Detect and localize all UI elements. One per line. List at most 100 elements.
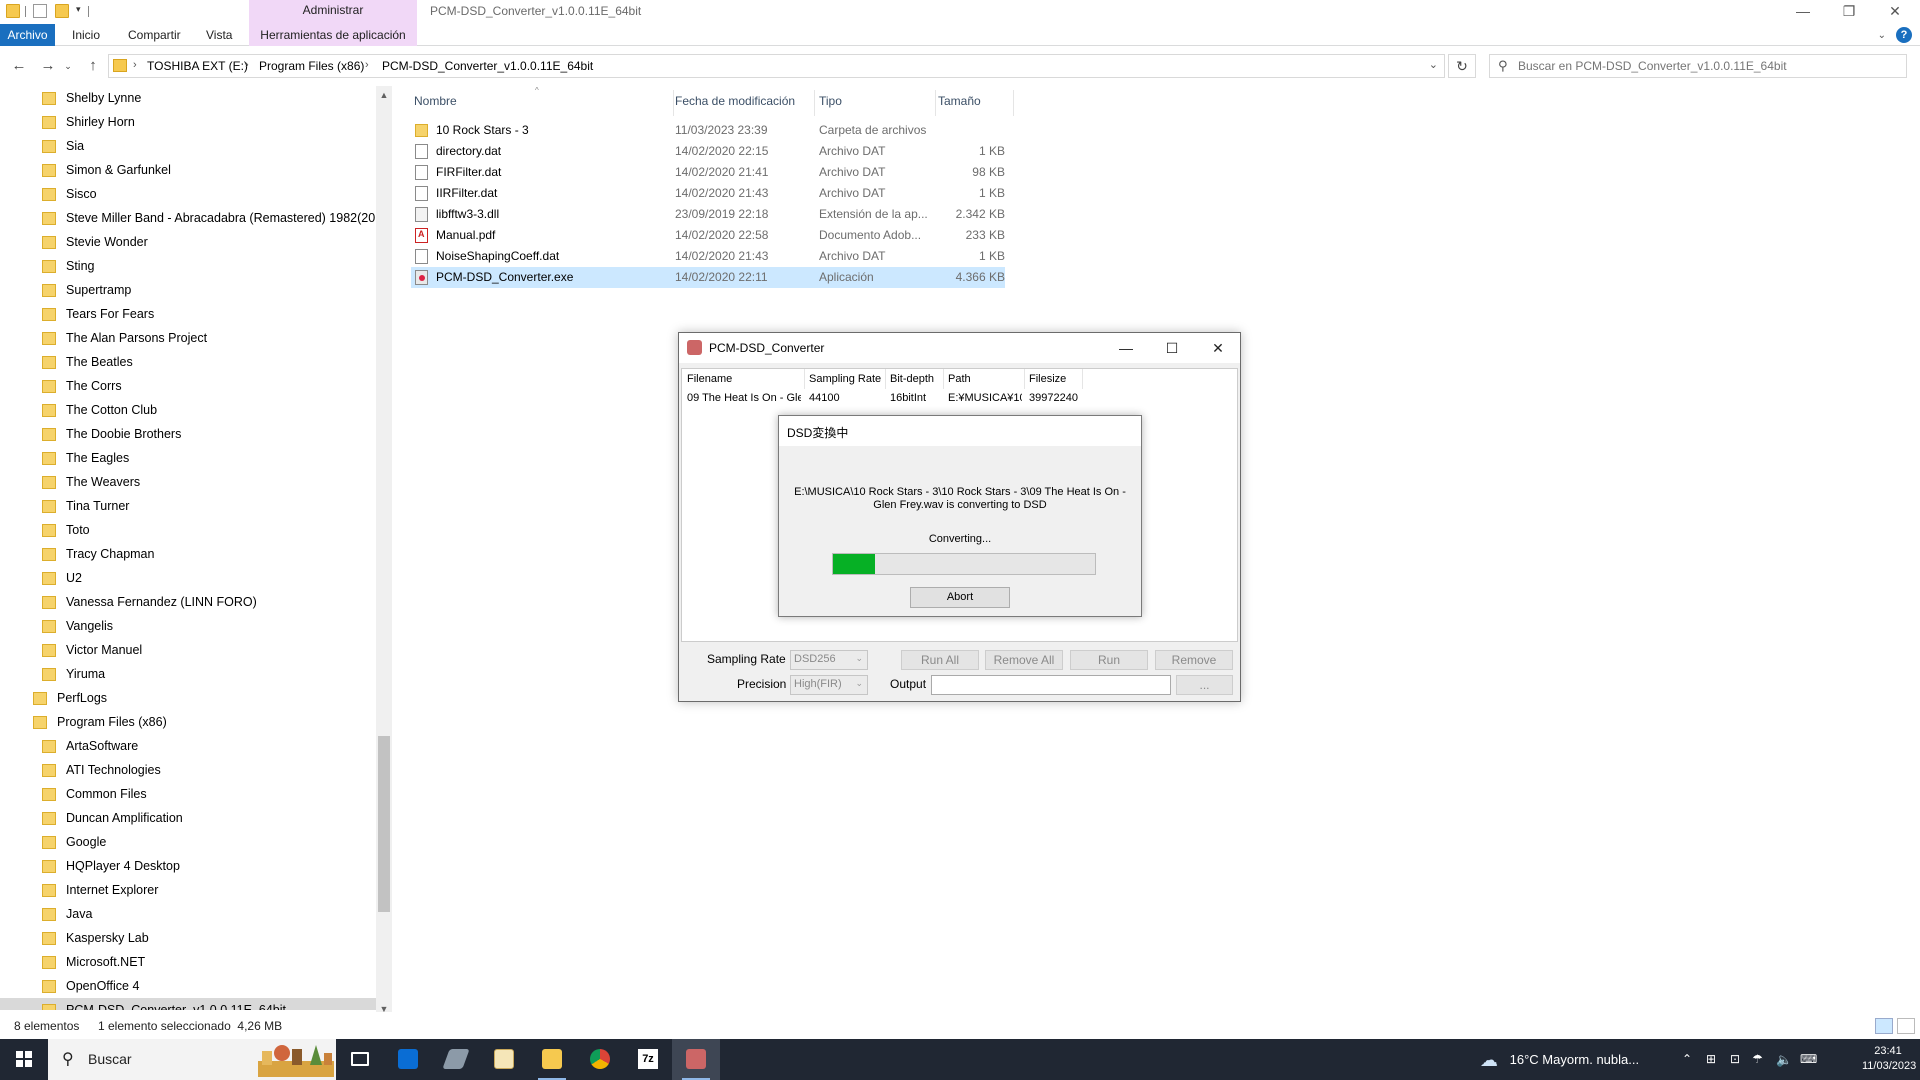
nav-item-folder[interactable]: The Beatles [0, 350, 376, 374]
nav-item-folder[interactable]: Stevie Wonder [0, 230, 376, 254]
start-button[interactable] [0, 1039, 48, 1080]
nav-item-folder[interactable]: Supertramp [0, 278, 376, 302]
tab-compartir[interactable]: Compartir [118, 24, 191, 46]
nav-item-folder[interactable]: Tears For Fears [0, 302, 376, 326]
nav-item-folder[interactable]: Tina Turner [0, 494, 376, 518]
nav-item-folder[interactable]: The Doobie Brothers [0, 422, 376, 446]
sampling-rate-select[interactable]: DSD256 ⌄ [790, 650, 868, 670]
file-row[interactable]: FIRFilter.dat 14/02/2020 21:41 Archivo DAT… [411, 162, 1005, 183]
column-header-name[interactable]: Nombre [414, 94, 457, 108]
tab-inicio[interactable]: Inicio [62, 24, 110, 46]
address-field[interactable]: › TOSHIBA EXT (E:) › Program Files (x86)… [108, 54, 1445, 78]
chevron-right-icon[interactable]: › [133, 59, 137, 71]
refresh-button[interactable]: ↻ [1448, 54, 1476, 78]
nav-item-folder[interactable]: Steve Miller Band - Abracadabra (Remaste… [0, 206, 392, 230]
nav-item-folder[interactable]: Google [0, 830, 376, 854]
close-button[interactable]: ✕ [1195, 333, 1241, 363]
minimize-button[interactable]: — [1780, 0, 1826, 22]
task-view-button[interactable] [336, 1039, 384, 1080]
run-all-button[interactable]: Run All [901, 650, 979, 670]
search-box[interactable]: ⚲ [1489, 54, 1907, 78]
breadcrumb-program-files[interactable]: Program Files (x86) [259, 59, 364, 73]
help-icon[interactable]: ? [1896, 27, 1912, 43]
expand-ribbon-icon[interactable]: ⌄ [1878, 30, 1886, 41]
pcm-dsd-converter-taskbar-button[interactable] [672, 1039, 720, 1080]
column-header-date[interactable]: Fecha de modificación [675, 94, 795, 108]
file-row[interactable]: Manual.pdf 14/02/2020 22:58 Documento Adob… [411, 225, 1005, 246]
column-divider[interactable] [1024, 369, 1025, 389]
meet-now-icon[interactable]: ⊞ [1706, 1039, 1716, 1080]
minimize-button[interactable]: — [1103, 333, 1149, 363]
search-input[interactable] [1518, 56, 1898, 76]
file-row[interactable]: 10 Rock Stars - 3 11/03/2023 23:39 Carpeta… [411, 120, 1005, 141]
column-divider[interactable] [804, 369, 805, 389]
nav-item-folder[interactable]: OpenOffice 4 [0, 974, 376, 998]
tray-chevron-up-icon[interactable]: ⌃ [1682, 1039, 1692, 1080]
7zip-button[interactable]: 7z [624, 1039, 672, 1080]
nav-item-folder[interactable]: Tracy Chapman [0, 542, 376, 566]
remove-all-button[interactable]: Remove All [985, 650, 1063, 670]
list-header-sampling-rate[interactable]: Sampling Rate [809, 373, 881, 385]
new-folder-icon[interactable] [55, 4, 69, 18]
breadcrumb-current-folder[interactable]: PCM-DSD_Converter_v1.0.0.11E_64bit [382, 59, 593, 73]
nav-item-folder[interactable]: Toto [0, 518, 376, 542]
column-divider[interactable] [673, 90, 674, 116]
nav-item-folder[interactable]: HQPlayer 4 Desktop [0, 854, 376, 878]
nav-item-folder[interactable]: Duncan Amplification [0, 806, 376, 830]
nav-item-folder[interactable]: PCM-DSD_Converter_v1.0.0.11E_64bit [0, 998, 376, 1010]
restore-button[interactable]: ❐ [1826, 0, 1872, 22]
nav-item-folder[interactable]: Kaspersky Lab [0, 926, 376, 950]
column-divider[interactable] [1013, 90, 1014, 116]
breadcrumb-drive[interactable]: TOSHIBA EXT (E:) [147, 59, 248, 73]
browse-output-button[interactable]: ... [1176, 675, 1233, 695]
nav-item-folder[interactable]: Shirley Horn [0, 110, 376, 134]
file-row[interactable]: NoiseShapingCoeff.dat 14/02/2020 21:43 Arc… [411, 246, 1005, 267]
security-icon[interactable]: ☂ [1752, 1039, 1763, 1080]
dialog-titlebar[interactable]: DSD変換中 [779, 416, 1141, 446]
nav-item-folder[interactable]: Sia [0, 134, 376, 158]
output-field[interactable] [931, 675, 1171, 695]
weather-widget[interactable]: ☁ 16°C Mayorm. nubla... [1480, 1039, 1639, 1080]
chrome-button[interactable] [576, 1039, 624, 1080]
chevron-right-icon[interactable]: › [245, 59, 249, 71]
file-row[interactable]: directory.dat 14/02/2020 22:15 Archivo DAT… [411, 141, 1005, 162]
file-row[interactable]: libfftw3-3.dll 23/09/2019 22:18 Extensión … [411, 204, 1005, 225]
nav-item-folder[interactable]: ATI Technologies [0, 758, 376, 782]
customize-toolbar-icon[interactable]: ▾ [76, 4, 81, 15]
tab-herramientas-aplicacion[interactable]: Herramientas de aplicación [249, 24, 417, 46]
paper-plane-app-button[interactable] [432, 1039, 480, 1080]
nav-item-folder[interactable]: Common Files [0, 782, 376, 806]
column-divider[interactable] [935, 90, 936, 116]
volume-icon[interactable]: 🔈 [1776, 1039, 1792, 1080]
converter-titlebar[interactable]: PCM-DSD_Converter — ☐ ✕ [679, 333, 1240, 363]
column-header-type[interactable]: Tipo [819, 94, 842, 108]
list-header-bit-depth[interactable]: Bit-depth [890, 373, 934, 385]
chevron-right-icon[interactable]: › [365, 59, 369, 71]
nav-item-folder[interactable]: The Corrs [0, 374, 376, 398]
file-row[interactable]: IIRFilter.dat 14/02/2020 21:43 Archivo DAT… [411, 183, 1005, 204]
taskbar-search[interactable]: ⚲ Buscar [48, 1039, 336, 1080]
language-icon[interactable]: ⌨ [1800, 1039, 1817, 1080]
forward-button[interactable]: → [37, 56, 59, 76]
column-divider[interactable] [1082, 369, 1083, 389]
nav-item-folder[interactable]: Vanessa Fernandez (LINN FORO) [0, 590, 376, 614]
details-view-button[interactable] [1875, 1018, 1893, 1034]
back-button[interactable]: ← [8, 56, 30, 76]
list-header-path[interactable]: Path [948, 373, 971, 385]
nav-scrollbar[interactable]: ▲ ▼ [376, 86, 392, 1020]
clock[interactable]: 23:41 11/03/2023 [1862, 1044, 1916, 1074]
close-button[interactable]: ✕ [1872, 0, 1918, 22]
abort-button[interactable]: Abort [910, 587, 1010, 608]
maximize-button[interactable]: ☐ [1149, 333, 1195, 363]
nav-item-folder[interactable]: The Weavers [0, 470, 376, 494]
scroll-thumb[interactable] [378, 736, 390, 912]
tab-archivo[interactable]: Archivo [0, 24, 55, 46]
run-button[interactable]: Run [1070, 650, 1148, 670]
properties-icon[interactable] [33, 4, 47, 18]
nav-item-folder[interactable]: Shelby Lynne [0, 86, 376, 110]
up-button[interactable]: ↑ [82, 56, 104, 76]
file-row[interactable]: PCM-DSD_Converter.exe 14/02/2020 22:11 Apl… [411, 267, 1005, 288]
recent-locations-icon[interactable]: ⌄ [62, 56, 74, 76]
nav-item-folder[interactable]: The Alan Parsons Project [0, 326, 376, 350]
nav-item-folder[interactable]: Microsoft.NET [0, 950, 376, 974]
